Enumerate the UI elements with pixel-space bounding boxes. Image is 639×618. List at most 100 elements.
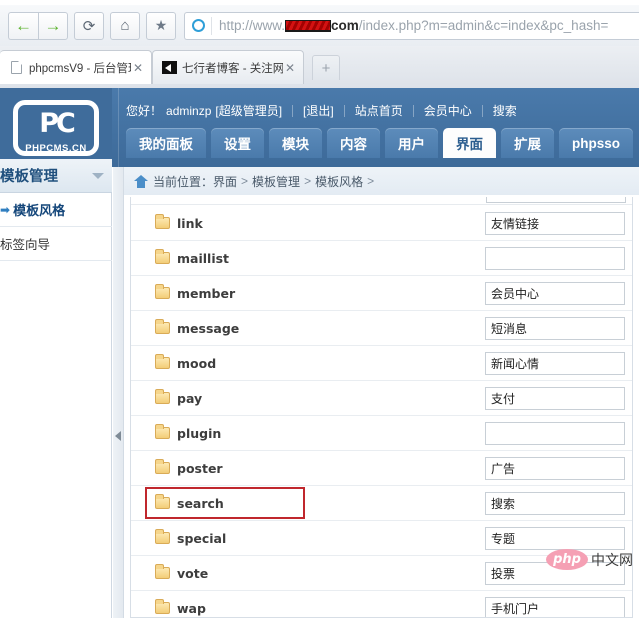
table-row[interactable]: poster 广告 bbox=[131, 451, 632, 486]
forward-button[interactable]: → bbox=[38, 11, 68, 40]
site-home-link[interactable]: 站点首页 bbox=[355, 102, 403, 119]
chevron-left-icon bbox=[115, 431, 121, 441]
nav-tab-interface[interactable]: 界面 bbox=[443, 128, 496, 158]
phpcms-logo[interactable]: PC PHPCMS.CN bbox=[0, 88, 112, 167]
reload-icon: ⟳ bbox=[82, 17, 96, 35]
table-row[interactable]: member 会员中心 bbox=[131, 276, 632, 311]
table-row[interactable]: wap 手机门户 bbox=[131, 591, 632, 617]
nav-tab-label: phpsso bbox=[572, 135, 621, 151]
row-value-input[interactable]: 会员中心 bbox=[485, 281, 625, 305]
browser-tab-phpcms[interactable]: phpcmsV9 - 后台管理 ✕ bbox=[0, 50, 152, 84]
nav-tab-phpsso[interactable]: phpsso bbox=[559, 128, 634, 158]
nav-tab-label: 内容 bbox=[340, 137, 367, 152]
address-bar[interactable]: http://www. com/index.php?m=admin&c=index… bbox=[184, 11, 639, 40]
table-row[interactable]: message 短消息 bbox=[131, 311, 632, 346]
row-value-input[interactable]: 支付 bbox=[485, 386, 625, 410]
member-center-link[interactable]: 会员中心 bbox=[424, 102, 472, 119]
template-dir-name: maillist bbox=[177, 250, 230, 266]
site-identity-icon bbox=[185, 13, 211, 39]
welcome-bar: 您好！ adminzp [超级管理员] [退出] 站点首页 会员中心 搜索 bbox=[126, 102, 517, 119]
welcome-separator bbox=[292, 104, 294, 117]
sidebar-section-header[interactable]: 模板管理 bbox=[0, 159, 112, 193]
row-value-input[interactable]: 友情链接 bbox=[485, 211, 625, 235]
row-value-input[interactable] bbox=[485, 421, 625, 445]
body-area: 模板管理 ➡ 模板风格 标签向导 当前位置： 界面 > 模板管理 > 模板风格 … bbox=[0, 159, 639, 618]
greeting-text: 您好！ bbox=[126, 104, 163, 118]
folder-icon bbox=[155, 529, 170, 544]
table-row[interactable]: pay 支付 bbox=[131, 381, 632, 416]
row-value-input[interactable]: 短消息 bbox=[485, 316, 625, 340]
close-icon[interactable]: ✕ bbox=[131, 61, 145, 75]
nav-tab-extensions[interactable]: 扩展 bbox=[501, 128, 554, 158]
table-row[interactable]: search 搜索 bbox=[131, 486, 632, 521]
row-value-input[interactable]: 手机门户 bbox=[485, 596, 625, 617]
browser-tab-blog[interactable]: 七行者博客 - 关注网 ✕ bbox=[152, 50, 304, 84]
template-dir-name: link bbox=[177, 215, 203, 231]
breadcrumb-item-interface[interactable]: 界面 bbox=[213, 173, 237, 190]
breadcrumb-item-template-mgmt[interactable]: 模板管理 bbox=[252, 173, 300, 190]
reload-button[interactable]: ⟳ bbox=[74, 11, 104, 40]
table-row[interactable]: plugin bbox=[131, 416, 632, 451]
sidebar: 模板管理 ➡ 模板风格 标签向导 bbox=[0, 159, 112, 618]
table-row[interactable]: link 友情链接 bbox=[131, 206, 632, 241]
sidebar-item-template-style[interactable]: ➡ 模板风格 bbox=[0, 193, 112, 227]
home-icon bbox=[134, 174, 148, 188]
template-dir-name: special bbox=[177, 530, 227, 546]
welcome-separator bbox=[481, 104, 483, 117]
nav-tab-settings[interactable]: 设置 bbox=[211, 128, 264, 158]
home-button[interactable]: ⌂ bbox=[110, 11, 140, 40]
chevron-down-icon[interactable] bbox=[92, 172, 104, 179]
back-button[interactable]: ← bbox=[8, 11, 38, 40]
folder-icon bbox=[155, 319, 170, 334]
folder-icon bbox=[155, 389, 170, 404]
document-icon bbox=[8, 60, 24, 75]
close-icon[interactable]: ✕ bbox=[283, 61, 297, 75]
breadcrumb-prefix: 当前位置： bbox=[153, 174, 214, 189]
breadcrumb-item-template-style[interactable]: 模板风格 bbox=[315, 173, 363, 190]
nav-tab-my-panel[interactable]: 我的面板 bbox=[126, 128, 206, 158]
template-dir-name: wap bbox=[177, 600, 206, 616]
star-icon: ★ bbox=[154, 17, 168, 33]
nav-tab-label: 设置 bbox=[224, 137, 251, 152]
template-dir-name: message bbox=[177, 320, 240, 336]
watermark: php 中文网 bbox=[546, 549, 633, 570]
browser-tabstrip: phpcmsV9 - 后台管理 ✕ 七行者博客 - 关注网 ✕ + bbox=[0, 46, 639, 88]
row-value-input[interactable] bbox=[486, 197, 626, 203]
breadcrumb: 当前位置： 界面 > 模板管理 > 模板风格 > bbox=[124, 167, 639, 195]
folder-icon bbox=[155, 494, 170, 509]
folder-icon bbox=[155, 284, 170, 299]
home-icon: ⌂ bbox=[120, 17, 130, 34]
logo-wordmark: PHPCMS.CN bbox=[25, 142, 87, 154]
sidebar-item-tag-wizard[interactable]: 标签向导 bbox=[0, 227, 112, 261]
nav-tab-label: 我的面板 bbox=[139, 137, 193, 152]
search-link[interactable]: 搜索 bbox=[493, 102, 517, 119]
blog-icon bbox=[161, 60, 177, 75]
url-redacted-domain bbox=[285, 20, 332, 32]
nav-tab-label: 扩展 bbox=[514, 137, 541, 152]
row-value-input[interactable]: 广告 bbox=[485, 456, 625, 480]
nav-tab-modules[interactable]: 模块 bbox=[269, 128, 322, 158]
sidebar-item-label: 模板风格 bbox=[13, 203, 66, 218]
row-value-input[interactable]: 专题 bbox=[485, 526, 625, 550]
watermark-text: 中文网 bbox=[591, 551, 633, 568]
row-value-input[interactable]: 新闻心情 bbox=[485, 351, 625, 375]
table-row[interactable]: mood 新闻心情 bbox=[131, 346, 632, 381]
url-suffix: /index.php?m=admin&c=index&pc_hash= bbox=[358, 18, 609, 33]
template-dir-name: vote bbox=[177, 565, 209, 581]
nav-tab-content[interactable]: 内容 bbox=[327, 128, 380, 158]
new-tab-button[interactable]: + bbox=[312, 55, 340, 80]
row-value-input[interactable] bbox=[485, 246, 625, 270]
nav-tab-users[interactable]: 用户 bbox=[385, 128, 438, 158]
sidebar-collapse-handle[interactable] bbox=[113, 167, 124, 618]
table-row[interactable]: maillist bbox=[131, 241, 632, 276]
folder-icon bbox=[155, 599, 170, 614]
bookmark-button[interactable]: ★ bbox=[146, 11, 176, 40]
row-value-input[interactable]: 搜索 bbox=[485, 491, 625, 515]
header-divider bbox=[118, 88, 119, 167]
folder-icon bbox=[155, 214, 170, 229]
template-dir-name: plugin bbox=[177, 425, 222, 441]
logout-link[interactable]: [退出] bbox=[303, 102, 334, 119]
nav-tab-label: 界面 bbox=[456, 137, 483, 152]
username-text: adminzp bbox=[166, 103, 212, 118]
breadcrumb-separator: > bbox=[241, 174, 249, 188]
